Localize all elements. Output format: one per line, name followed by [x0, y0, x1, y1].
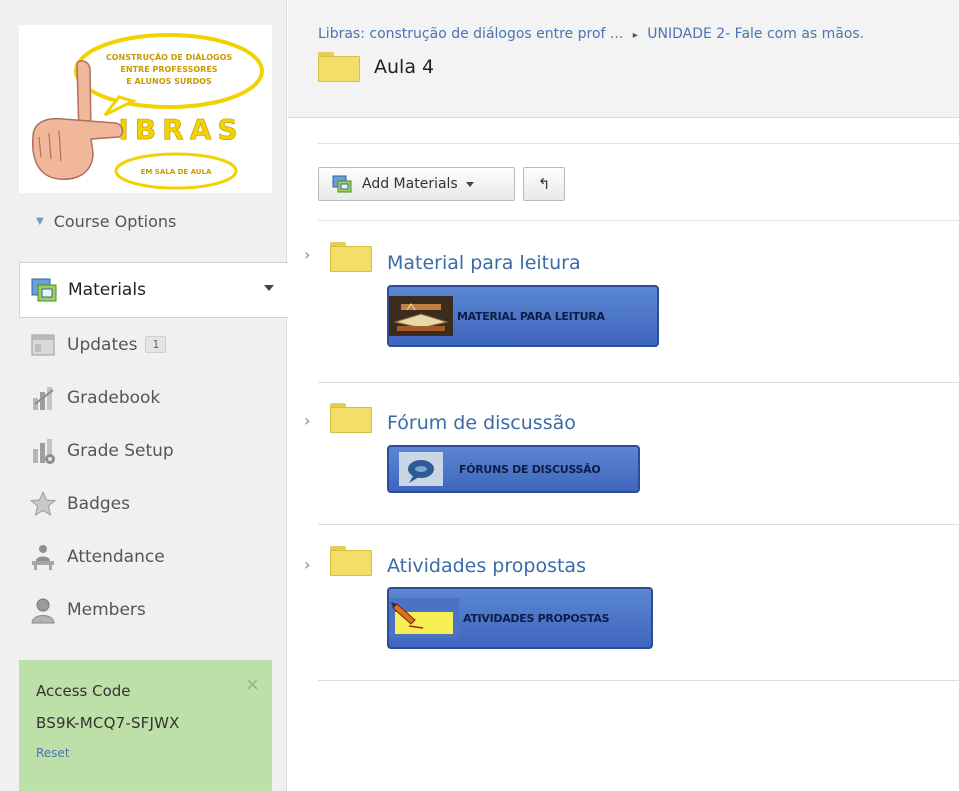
caret-down-icon: ▼	[36, 216, 44, 227]
material-banner-image[interactable]: MATERIAL PARA LEITURA	[387, 285, 659, 347]
breadcrumb-separator-icon: ▸	[632, 30, 638, 41]
sidebar-item-attendance[interactable]: Attendance	[19, 530, 288, 583]
sidebar-item-label: Badges	[67, 493, 130, 514]
logo-speech-line-2: ENTRE PROFESSORES	[120, 65, 217, 74]
close-icon[interactable]: ×	[245, 674, 260, 695]
pencil-note-icon	[389, 589, 463, 647]
material-title-link[interactable]: Material para leitura	[387, 252, 581, 274]
material-banner-image[interactable]: FÓRUNS DE DISCUSSÃO	[387, 445, 640, 493]
sidebar-item-label: Attendance	[67, 546, 165, 567]
expand-chevron-icon[interactable]: ›	[304, 411, 310, 430]
material-row: › Atividades propostas ATIVIDADES PROPOS…	[304, 525, 959, 680]
sidebar-item-label: Materials	[68, 280, 146, 300]
sidebar-item-label: Members	[67, 599, 146, 620]
gradebook-icon	[33, 386, 54, 410]
sidebar-item-materials[interactable]: Materials	[19, 262, 288, 318]
attendance-icon	[32, 544, 54, 570]
sidebar-nav: Materials Updates 1 Gradebook Grade Setu…	[19, 262, 288, 636]
breadcrumb: Libras: construção de diálogos entre pro…	[318, 26, 864, 42]
undo-button[interactable]: ↰	[523, 167, 565, 201]
logo-speech-line-3: E ALUNOS SURDOS	[126, 77, 212, 86]
badge-star-icon	[29, 490, 57, 516]
logo-speech-line-1: CONSTRUÇÃO DE DIÁLOGOS	[106, 51, 233, 62]
page-title: Aula 4	[374, 56, 435, 78]
access-code-value: BS9K-MCQ7-SFJWX	[36, 714, 180, 732]
sidebar-item-grade-setup[interactable]: Grade Setup	[19, 424, 288, 477]
material-title-link[interactable]: Fórum de discussão	[387, 412, 576, 434]
access-code-title: Access Code	[36, 682, 131, 700]
libras-logo-graphic: CONSTRUÇÃO DE DIÁLOGOS ENTRE PROFESSORES…	[32, 33, 264, 190]
books-icon	[389, 287, 457, 345]
chat-bubble-icon	[389, 447, 449, 491]
page-header: Libras: construção de diálogos entre pro…	[288, 0, 959, 118]
sidebar-item-badges[interactable]: Badges	[19, 477, 288, 530]
sidebar-item-label: Updates	[67, 334, 138, 355]
sidebar-item-updates[interactable]: Updates 1	[19, 318, 288, 371]
list-end-divider	[318, 680, 959, 681]
chevron-down-icon	[465, 181, 474, 187]
expand-chevron-icon[interactable]: ›	[304, 555, 310, 574]
folder-icon	[318, 52, 360, 82]
materials-icon	[31, 278, 57, 302]
material-row: › Material para leitura MATERIAL PARA LE…	[304, 221, 959, 383]
folder-icon	[330, 546, 372, 576]
banner-label: FÓRUNS DE DISCUSSÃO	[459, 462, 601, 476]
sidebar-item-label: Grade Setup	[67, 440, 174, 461]
expand-chevron-icon[interactable]: ›	[304, 245, 310, 264]
course-options-label: Course Options	[53, 212, 177, 231]
banner-label: MATERIAL PARA LEITURA	[457, 309, 605, 323]
banner-label: ATIVIDADES PROPOSTAS	[463, 611, 610, 625]
breadcrumb-course-link[interactable]: Libras: construção de diálogos entre pro…	[318, 26, 623, 42]
sidebar-item-label: Gradebook	[67, 387, 161, 408]
sidebar: CONSTRUÇÃO DE DIÁLOGOS ENTRE PROFESSORES…	[0, 0, 288, 791]
sidebar-item-members[interactable]: Members	[19, 583, 288, 636]
material-title-link[interactable]: Atividades propostas	[387, 555, 586, 577]
page-title-wrap: Aula 4	[318, 52, 434, 82]
grade-setup-icon	[33, 438, 55, 464]
material-banner-image[interactable]: ATIVIDADES PROPOSTAS	[387, 587, 653, 649]
materials-icon	[332, 175, 352, 193]
add-materials-label: Add Materials	[362, 176, 458, 192]
logo-speech-bottom: EM SALA DE AULA	[141, 168, 212, 176]
course-options-toggle[interactable]: ▼ Course Options	[36, 212, 176, 231]
add-materials-button[interactable]: Add Materials	[318, 167, 515, 201]
undo-icon: ↰	[537, 175, 551, 193]
breadcrumb-unit-link[interactable]: UNIDADE 2- Fale com as mãos.	[647, 26, 864, 42]
access-code-reset-link[interactable]: Reset	[36, 746, 70, 760]
updates-icon	[31, 334, 55, 355]
members-icon	[31, 598, 55, 623]
updates-count-badge: 1	[145, 336, 167, 353]
course-logo: CONSTRUÇÃO DE DIÁLOGOS ENTRE PROFESSORES…	[19, 25, 272, 193]
access-code-panel: × Access Code BS9K-MCQ7-SFJWX Reset	[19, 660, 272, 791]
sidebar-item-gradebook[interactable]: Gradebook	[19, 371, 288, 424]
dropdown-arrow-icon[interactable]	[264, 285, 274, 291]
folder-icon	[330, 403, 372, 433]
materials-toolbar: Add Materials ↰	[318, 143, 959, 221]
folder-icon	[330, 242, 372, 272]
logo-word: IBRAS	[118, 113, 243, 146]
material-row: › Fórum de discussão FÓRUNS DE DISCUSSÃO	[304, 383, 959, 525]
